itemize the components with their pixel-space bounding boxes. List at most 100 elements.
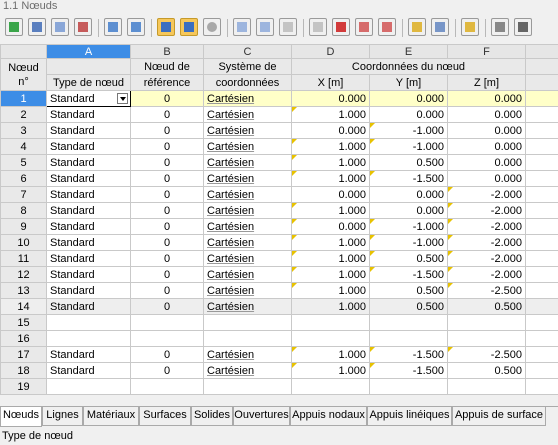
table-row[interactable]: 14 Standard 0 Cartésien 1.000 0.500 0.500 [0,298,558,315]
delete-row-icon[interactable] [74,18,92,36]
reference-node-cell[interactable]: 0 [130,106,204,123]
node-type-cell[interactable]: Standard [46,218,131,235]
z-coordinate-cell[interactable]: 0.000 [447,90,526,107]
refresh-icon[interactable] [203,18,221,36]
table-row[interactable]: 11 Standard 0 Cartésien 1.000 0.500 -2.000 [0,250,558,267]
options-icon[interactable] [514,18,532,36]
z-coordinate-cell[interactable]: 0.000 [447,106,526,123]
table-row[interactable]: 9 Standard 0 Cartésien 0.000 -1.000 -2.000 [0,218,558,235]
row-number[interactable]: 12 [0,266,47,283]
table-row[interactable]: 6 Standard 0 Cartésien 1.000 -1.500 0.000 [0,170,558,187]
reference-node-cell[interactable]: 0 [130,138,204,155]
y-coordinate-cell[interactable]: -1.000 [369,122,448,139]
reference-node-cell[interactable]: 0 [130,298,204,315]
z-coordinate-cell[interactable]: 0.000 [447,122,526,139]
row-number[interactable]: 4 [0,138,47,155]
coordinate-system-cell[interactable]: Cartésien [203,218,292,235]
node-type-cell[interactable]: Standard [46,154,131,171]
row-number[interactable]: 7 [0,186,47,203]
reference-node-cell[interactable]: 0 [130,362,204,379]
z-coordinate-cell[interactable]: -2.000 [447,202,526,219]
move-left-icon[interactable] [355,18,373,36]
row-number[interactable]: 3 [0,122,47,139]
reference-node-cell[interactable]: 0 [130,202,204,219]
x-coordinate-cell[interactable]: 0.000 [291,122,370,139]
x-coordinate-cell[interactable]: 1.000 [291,138,370,155]
reference-node-cell[interactable]: 0 [130,154,204,171]
table-row[interactable]: 8 Standard 0 Cartésien 1.000 0.000 -2.000 [0,202,558,219]
x-coordinate-cell[interactable]: 1.000 [291,154,370,171]
coordinate-system-cell[interactable]: Cartésien [203,90,292,107]
z-coordinate-cell[interactable] [447,330,526,347]
column-letter-a[interactable]: A [46,44,131,59]
reference-node-cell[interactable]: 0 [130,266,204,283]
node-type-cell[interactable]: Standard [46,234,131,251]
coordinate-system-cell[interactable]: Cartésien [203,346,292,363]
x-coordinate-cell[interactable]: 1.000 [291,362,370,379]
settings-icon[interactable] [491,18,509,36]
x-coordinate-cell[interactable] [291,330,370,347]
z-coordinate-cell[interactable]: -2.000 [447,234,526,251]
node-type-cell[interactable]: Standard [46,282,131,299]
node-type-cell[interactable]: Standard [46,298,131,315]
z-coordinate-cell[interactable]: 0.000 [447,138,526,155]
x-coordinate-cell[interactable]: 1.000 [291,170,370,187]
node-type-cell[interactable]: Standard [46,122,131,139]
y-coordinate-cell[interactable]: -1.000 [369,234,448,251]
reference-node-cell[interactable]: 0 [130,234,204,251]
table-row[interactable]: 2 Standard 0 Cartésien 1.000 0.000 0.000 [0,106,558,123]
columns-icon[interactable] [431,18,449,36]
next-icon[interactable] [256,18,274,36]
filter-icon[interactable] [279,18,297,36]
x-coordinate-cell[interactable]: 0.000 [291,186,370,203]
z-coordinate-cell[interactable]: -2.500 [447,346,526,363]
y-coordinate-cell[interactable]: -1.500 [369,362,448,379]
column-letter-f[interactable]: F [447,44,526,59]
reference-node-cell[interactable] [130,378,204,395]
x-coordinate-cell[interactable]: 1.000 [291,346,370,363]
node-type-cell[interactable]: Standard [46,106,131,123]
coordinate-system-cell[interactable]: Cartésien [203,362,292,379]
row-number[interactable]: 18 [0,362,47,379]
x-coordinate-cell[interactable]: 1.000 [291,282,370,299]
prev-icon[interactable] [233,18,251,36]
row-number[interactable]: 19 [0,378,47,395]
node-type-cell[interactable] [46,330,131,347]
reference-node-cell[interactable] [130,314,204,331]
tab-2[interactable]: Matériaux [83,407,139,426]
row-number[interactable]: 16 [0,330,47,347]
coordinate-system-cell[interactable]: Cartésien [203,250,292,267]
table-row[interactable]: 17 Standard 0 Cartésien 1.000 -1.500 -2.500 [0,346,558,363]
y-coordinate-cell[interactable]: 0.500 [369,154,448,171]
y-coordinate-cell[interactable] [369,330,448,347]
reference-node-cell[interactable]: 0 [130,282,204,299]
y-coordinate-cell[interactable]: 0.500 [369,250,448,267]
y-coordinate-cell[interactable]: 0.000 [369,202,448,219]
chevron-down-icon[interactable] [117,93,128,104]
reference-node-cell[interactable]: 0 [130,90,204,107]
reference-node-cell[interactable] [130,330,204,347]
row-number[interactable]: 15 [0,314,47,331]
node-type-cell[interactable]: Standard [46,170,131,187]
row-number[interactable]: 1 [0,90,47,107]
y-coordinate-cell[interactable]: -1.500 [369,266,448,283]
y-coordinate-cell[interactable] [369,314,448,331]
table-row[interactable]: 15 [0,314,558,331]
coordinate-system-cell[interactable]: Cartésien [203,266,292,283]
y-coordinate-cell[interactable]: -1.000 [369,218,448,235]
tab-8[interactable]: Appuis de surface [452,407,546,426]
coordinate-system-cell[interactable] [203,314,292,331]
delete-icon[interactable] [332,18,350,36]
x-coordinate-cell[interactable]: 1.000 [291,202,370,219]
tab-4[interactable]: Solides [191,407,233,426]
table-row[interactable]: 19 [0,378,558,395]
coordinate-system-cell[interactable]: Cartésien [203,122,292,139]
grid-icon[interactable] [408,18,426,36]
z-coordinate-cell[interactable]: 0.000 [447,170,526,187]
tab-5[interactable]: Ouvertures [233,407,290,426]
table-row[interactable]: 18 Standard 0 Cartésien 1.000 -1.500 0.500 [0,362,558,379]
reference-node-cell[interactable]: 0 [130,122,204,139]
reference-node-cell[interactable]: 0 [130,186,204,203]
z-coordinate-cell[interactable]: -2.000 [447,218,526,235]
node-type-cell[interactable]: Standard [46,362,131,379]
